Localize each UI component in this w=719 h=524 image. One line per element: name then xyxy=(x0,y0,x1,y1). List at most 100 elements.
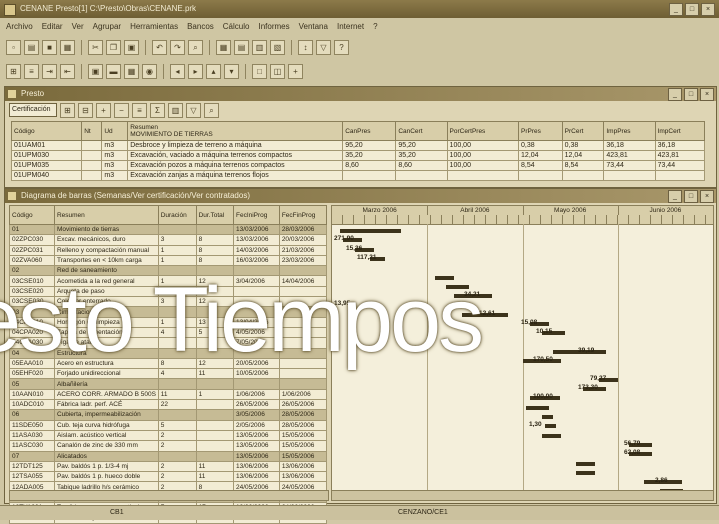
table-row[interactable]: 11ASC030 Canalón de zinc de 330 mm 2 13/05/… xyxy=(9,440,328,452)
view-selector[interactable]: Certificación xyxy=(9,103,57,117)
search-icon[interactable]: ⌕ xyxy=(188,39,203,55)
collapse-icon[interactable]: ⊟ xyxy=(78,102,93,118)
menu-item[interactable]: Archivo xyxy=(6,20,33,34)
table-row[interactable]: 01UPM035 m3 Excavación pozos a máquina ter… xyxy=(10,160,706,171)
calculator-icon[interactable]: ▧ xyxy=(270,39,285,55)
paste-icon[interactable]: ▣ xyxy=(124,39,139,55)
gantt-icon[interactable]: ▬ xyxy=(106,63,121,79)
resources-icon[interactable]: ◉ xyxy=(142,63,157,79)
print-icon[interactable]: ▦ xyxy=(60,39,75,55)
column-header[interactable]: Resumen MOVIMIENTO DE TIERRAS xyxy=(127,121,344,141)
close-button[interactable]: × xyxy=(700,88,714,101)
maximize-button[interactable]: □ xyxy=(684,88,698,101)
grid-icon[interactable]: ▦ xyxy=(216,39,231,55)
window-icon[interactable]: □ xyxy=(252,63,267,79)
copy-icon[interactable]: ❐ xyxy=(106,39,121,55)
menu-item[interactable]: Editar xyxy=(42,20,63,34)
column-header[interactable]: Código xyxy=(10,121,83,141)
new-file-icon[interactable]: ▫ xyxy=(6,39,21,55)
menu-item[interactable]: Bancos xyxy=(187,20,214,34)
cut-icon[interactable]: ✂ xyxy=(88,39,103,55)
table-row[interactable]: 11SDE050 Cub. teja curva hidrófuga 5 2/05/2… xyxy=(9,419,328,431)
column-header[interactable]: FecIniProg xyxy=(232,205,280,225)
gantt-bar[interactable] xyxy=(542,434,561,438)
add-icon[interactable]: + xyxy=(288,63,303,79)
menu-item[interactable]: Ventana xyxy=(299,20,328,34)
table-row[interactable]: 01UPM040 m3 Excavación zanjas a máquina te… xyxy=(10,170,706,181)
column-header[interactable]: ImpCert xyxy=(654,121,706,141)
column-header[interactable]: PorCertPres xyxy=(446,121,520,141)
gantt-bar[interactable] xyxy=(526,406,549,410)
menu-item[interactable]: Agrupar xyxy=(93,20,121,34)
column-header[interactable]: CanPres xyxy=(342,121,397,141)
delete-row-icon[interactable]: − xyxy=(114,102,129,118)
chart-icon[interactable]: ▥ xyxy=(252,39,267,55)
column-header[interactable]: Nt xyxy=(81,121,103,141)
gantt-bar[interactable] xyxy=(545,424,556,428)
task-table-scrollbar[interactable] xyxy=(9,490,329,501)
table-row[interactable]: 02ZVA060 Transportes en < 10km carga 1 8 16/… xyxy=(9,254,328,267)
down-icon[interactable]: ▾ xyxy=(224,63,239,79)
tree-icon[interactable]: ⊞ xyxy=(6,63,21,79)
chart-icon[interactable]: ▥ xyxy=(168,102,183,118)
column-header[interactable]: Código xyxy=(9,205,55,225)
minimize-button[interactable]: _ xyxy=(668,88,682,101)
menu-item[interactable]: Informes xyxy=(258,20,289,34)
search-icon[interactable]: ⌕ xyxy=(204,102,219,118)
open-folder-icon[interactable]: ▤ xyxy=(24,39,39,55)
expand-icon[interactable]: ⊞ xyxy=(60,102,75,118)
list-icon[interactable]: ≡ xyxy=(24,63,39,79)
maximize-button[interactable]: □ xyxy=(685,3,699,16)
insert-row-icon[interactable]: + xyxy=(96,102,111,118)
minimize-button[interactable]: _ xyxy=(669,3,683,16)
close-button[interactable]: × xyxy=(701,3,715,16)
table-row[interactable]: 01UAM01 m3 Desbroce y limpieza de terreno … xyxy=(10,140,706,151)
back-icon[interactable]: ◂ xyxy=(170,63,185,79)
calendar-icon[interactable]: ▦ xyxy=(124,63,139,79)
indent-icon[interactable]: ⇥ xyxy=(42,63,57,79)
gantt-scrollbar[interactable] xyxy=(331,490,714,501)
gantt-bar[interactable] xyxy=(576,471,595,475)
column-header[interactable]: Ud xyxy=(101,121,129,141)
forward-icon[interactable]: ▸ xyxy=(188,63,203,79)
column-header[interactable]: Dur.Total xyxy=(195,205,234,225)
table-row[interactable]: 10AAN010 ACERO CORR. ARMADO B 500S 11 1 1/06… xyxy=(9,388,328,401)
column-header[interactable]: Duración xyxy=(157,205,197,225)
sum-icon[interactable]: Σ xyxy=(150,102,165,118)
maximize-button[interactable]: □ xyxy=(684,190,698,203)
table-row[interactable]: 10ADC010 Fábrica ladr. perf. ACÉ 22 26/05/2… xyxy=(9,399,328,411)
save-icon[interactable]: ■ xyxy=(42,39,57,55)
close-button[interactable]: × xyxy=(700,190,714,203)
table-row[interactable]: 12TDT125 Pav. baldós 1 p. 1/3-4 mj 2 11 13/0… xyxy=(9,460,328,473)
column-header[interactable]: PrPres xyxy=(518,121,563,141)
properties-icon[interactable]: ≡ xyxy=(132,102,147,118)
table-icon[interactable]: ▤ xyxy=(234,39,249,55)
sort-icon[interactable]: ↕ xyxy=(298,39,313,55)
gantt-bar[interactable] xyxy=(576,462,595,466)
table-row[interactable]: 02ZPC030 Excav. mecánicos, duro 3 8 13/03/20… xyxy=(9,234,328,246)
gantt-bar[interactable] xyxy=(340,229,401,233)
column-header[interactable]: CanCert xyxy=(395,121,448,141)
column-header[interactable]: ImpPres xyxy=(603,121,656,141)
table-row[interactable]: 01UPM030 m3 Excavación, vaciado a máquina … xyxy=(10,150,706,161)
split-icon[interactable]: ◫ xyxy=(270,63,285,79)
column-header[interactable]: Resumen xyxy=(53,205,159,225)
column-header[interactable]: PrCert xyxy=(561,121,605,141)
menu-item[interactable]: Cálculo xyxy=(223,20,250,34)
table-row[interactable]: 07 Alicatados 13/05/2006 15/05/2006 xyxy=(9,450,328,462)
table-row[interactable]: 12TSA055 Pav. baldós 1 p. hueco doble 2 11 1… xyxy=(9,471,328,483)
filter-icon[interactable]: ▽ xyxy=(186,102,201,118)
help-icon[interactable]: ? xyxy=(334,39,349,55)
menu-item[interactable]: Internet xyxy=(337,20,364,34)
redo-icon[interactable]: ↷ xyxy=(170,39,185,55)
minimize-button[interactable]: _ xyxy=(668,190,682,203)
filter-icon[interactable]: ▽ xyxy=(316,39,331,55)
table-row[interactable]: 11ASA030 Aislam. acústico vertical 2 13/05/… xyxy=(9,429,328,442)
budget-icon[interactable]: ▣ xyxy=(88,63,103,79)
outdent-icon[interactable]: ⇤ xyxy=(60,63,75,79)
column-header[interactable]: FecFinProg xyxy=(278,205,328,225)
gantt-bar[interactable] xyxy=(542,415,553,419)
table-row[interactable]: 01 Movimiento de tierras 13/03/2006 28/03/2… xyxy=(9,223,328,236)
table-row[interactable]: 05 Albañilería xyxy=(9,378,328,390)
undo-icon[interactable]: ↶ xyxy=(152,39,167,55)
